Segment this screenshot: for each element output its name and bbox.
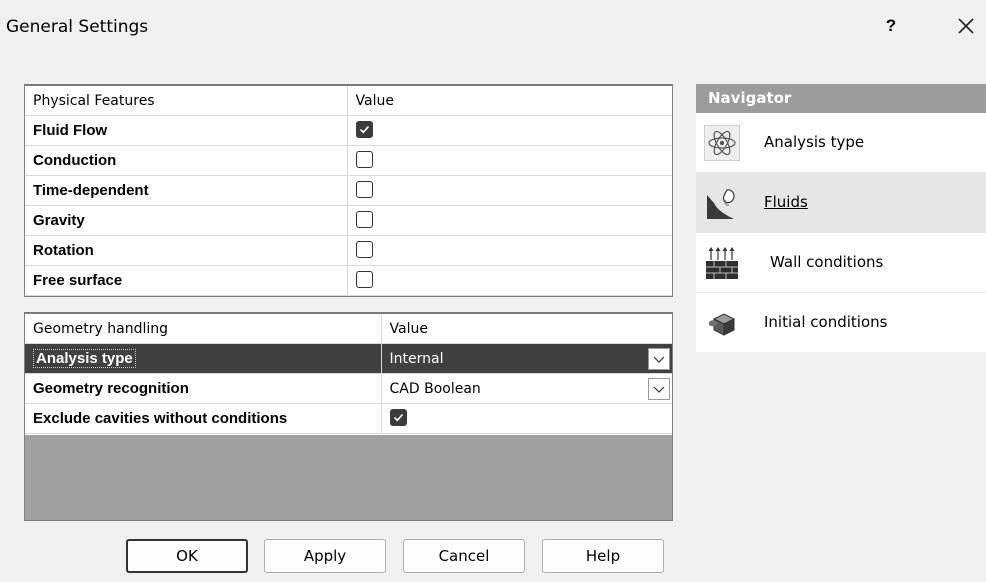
nav-item-label: Analysis type	[764, 133, 865, 151]
free-surface-checkbox[interactable]	[355, 271, 373, 289]
cancel-button[interactable]: Cancel	[403, 539, 525, 573]
exclude-cavities-checkbox[interactable]	[389, 409, 407, 427]
gravity-checkbox[interactable]	[355, 211, 373, 229]
empty-grid-area	[25, 435, 672, 520]
physical-features-header: Physical Features	[25, 86, 348, 116]
navigator-title: Navigator	[696, 84, 986, 113]
initial-conditions-icon	[704, 305, 740, 341]
checkmark-icon	[393, 414, 403, 422]
nav-item-label: Initial conditions	[764, 313, 888, 331]
chevron-down-icon	[653, 386, 665, 393]
ok-button[interactable]: OK	[126, 539, 248, 573]
analysis-type-label: Analysis type	[33, 349, 136, 368]
nav-item-label: Fluids	[764, 193, 808, 211]
rotation-checkbox[interactable]	[355, 241, 373, 259]
analysis-type-icon	[704, 125, 740, 161]
nav-item-wall-conditions[interactable]: Wall conditions	[696, 233, 986, 293]
checkmark-icon	[359, 126, 369, 134]
analysis-type-dropdown[interactable]	[648, 348, 670, 370]
navigator-panel: Navigator Analysis type Fluids Wall cond…	[696, 84, 986, 352]
geometry-recognition-dropdown[interactable]	[648, 378, 670, 400]
help-button[interactable]: ?	[880, 12, 902, 40]
fluids-icon	[704, 185, 740, 221]
geometry-handling-value-header: Value	[381, 314, 672, 344]
conduction-label: Conduction	[25, 145, 348, 176]
title-bar: General Settings ?	[0, 0, 986, 56]
geometry-handling-grid: Geometry handling Value Analysis type In…	[24, 312, 673, 521]
nav-item-analysis-type[interactable]: Analysis type	[696, 113, 986, 173]
nav-item-label: Wall conditions	[770, 253, 884, 271]
analysis-type-row[interactable]: Analysis type Internal	[25, 343, 672, 374]
general-settings-dialog: General Settings ? Physical Features Val…	[0, 0, 986, 582]
conduction-checkbox[interactable]	[355, 151, 373, 169]
chevron-down-icon	[653, 356, 665, 363]
time-dependent-label: Time-dependent	[25, 175, 348, 206]
physical-features-grid: Physical Features Value Fluid Flow Condu…	[24, 84, 673, 297]
time-dependent-checkbox[interactable]	[355, 181, 373, 199]
exclude-cavities-label: Exclude cavities without conditions	[25, 403, 382, 434]
gravity-label: Gravity	[25, 205, 348, 236]
nav-item-initial-conditions[interactable]: Initial conditions	[696, 293, 986, 352]
physical-features-value-header: Value	[347, 86, 672, 116]
free-surface-label: Free surface	[25, 265, 348, 296]
help-dialog-button[interactable]: Help	[542, 539, 664, 573]
geometry-recognition-value: CAD Boolean	[389, 381, 481, 397]
close-button[interactable]	[952, 12, 980, 40]
geometry-handling-header: Geometry handling	[25, 314, 382, 344]
wall-conditions-icon	[704, 245, 740, 281]
rotation-label: Rotation	[25, 235, 348, 266]
analysis-type-value: Internal	[389, 351, 444, 367]
geometry-recognition-label: Geometry recognition	[25, 373, 382, 404]
apply-button[interactable]: Apply	[264, 539, 386, 573]
nav-item-fluids[interactable]: Fluids	[696, 173, 986, 233]
fluid-flow-checkbox[interactable]	[355, 121, 373, 139]
fluid-flow-label: Fluid Flow	[25, 115, 348, 146]
window-title: General Settings	[6, 17, 149, 37]
close-icon	[958, 18, 974, 34]
